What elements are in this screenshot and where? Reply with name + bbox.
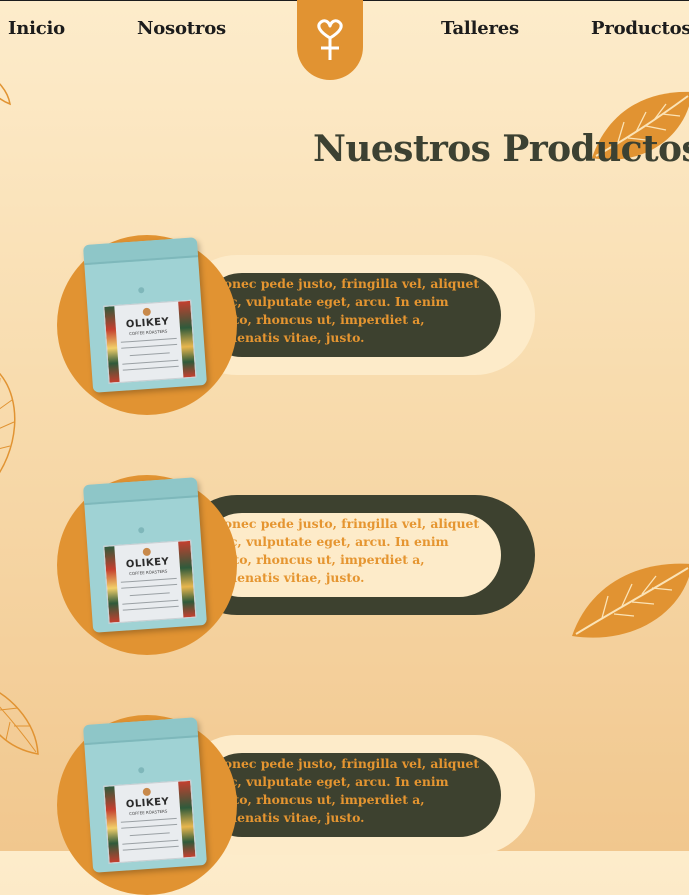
- bag-zip: [82, 477, 199, 506]
- bag-label-art: [104, 786, 120, 863]
- bag-valve: [138, 526, 145, 534]
- bag-seal-icon: [142, 547, 152, 557]
- bag-label-line: [122, 359, 179, 365]
- leaf-decoration-icon: [572, 563, 689, 638]
- nav-link-inicio[interactable]: Inicio: [8, 18, 65, 39]
- bag-seal-icon: [142, 787, 152, 797]
- bag-label-art: [178, 300, 196, 378]
- bag-label-line: [129, 352, 170, 357]
- heart-cross-logo-icon: [317, 19, 343, 60]
- bag-label-art: [104, 306, 120, 383]
- bag-valve: [138, 286, 145, 294]
- bag-label: OLIKEY COFFEE ROASTERS: [103, 539, 197, 624]
- bag-seal-icon: [142, 307, 152, 317]
- product-description: Donec pede justo, fringilla vel, aliquet…: [213, 276, 480, 345]
- bag-label-art: [178, 780, 196, 858]
- bag-label-art: [104, 546, 120, 623]
- coffee-bag-image: OLIKEY COFFEE ROASTERS: [82, 717, 208, 873]
- leaf-decoration-icon: [0, 83, 11, 106]
- bag-label-line: [122, 605, 179, 611]
- logo-tab[interactable]: [297, 0, 363, 80]
- bag-label-line: [121, 823, 178, 829]
- bag-label-line: [122, 599, 179, 605]
- bag-zip: [82, 237, 199, 266]
- nav-link-productos[interactable]: Productos: [591, 18, 689, 39]
- bag-label-line: [129, 592, 170, 597]
- bag-valve: [138, 766, 145, 774]
- bag-label-line: [129, 832, 170, 837]
- coffee-bag-image: OLIKEY COFFEE ROASTERS: [82, 477, 208, 633]
- bag-label-line: [121, 583, 178, 589]
- bag-label-line: [122, 839, 179, 845]
- nav-link-talleres[interactable]: Talleres: [441, 18, 519, 39]
- bag-label-line: [121, 343, 178, 349]
- bag-label-line: [122, 365, 179, 371]
- product-card[interactable]: Donec pede justo, fringilla vel, aliquet…: [57, 715, 537, 895]
- coffee-bag-image: OLIKEY COFFEE ROASTERS: [82, 237, 208, 393]
- bag-label-line: [120, 577, 177, 583]
- product-description: Donec pede justo, fringilla vel, aliquet…: [213, 756, 480, 825]
- nav-link-nosotros[interactable]: Nosotros: [137, 18, 226, 39]
- bag-label: OLIKEY COFFEE ROASTERS: [103, 299, 197, 384]
- bag-label-line: [120, 337, 177, 343]
- bag-label-line: [122, 845, 179, 851]
- leaf-decoration-icon: [0, 372, 16, 474]
- bag-label-art: [178, 540, 196, 618]
- product-description: Donec pede justo, fringilla vel, aliquet…: [213, 516, 480, 585]
- page-title: Nuestros Productos: [313, 128, 689, 170]
- bag-zip: [82, 717, 199, 746]
- leaf-decoration-icon: [0, 692, 39, 755]
- bag-label: OLIKEY COFFEE ROASTERS: [103, 779, 197, 864]
- bag-label-line: [120, 817, 177, 823]
- product-card[interactable]: Donec pede justo, fringilla vel, aliquet…: [57, 235, 537, 415]
- product-card[interactable]: Donec pede justo, fringilla vel, aliquet…: [57, 475, 537, 655]
